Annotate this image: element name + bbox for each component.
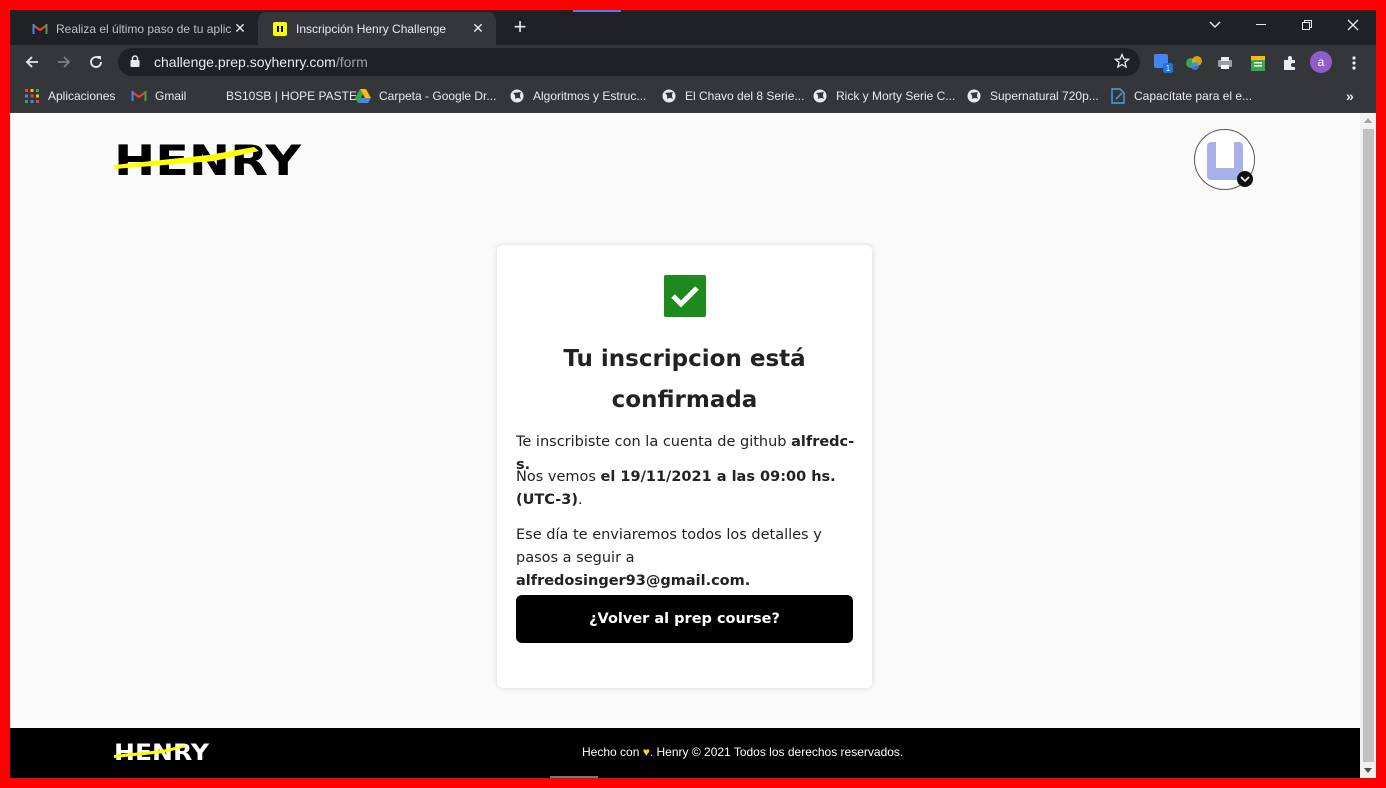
chevron-down-icon bbox=[1237, 171, 1253, 187]
back-to-prep-course-button[interactable]: ¿Volver al prep course? bbox=[516, 595, 853, 643]
tab-search-icon[interactable] bbox=[1192, 10, 1238, 40]
user-avatar-button[interactable] bbox=[1194, 129, 1255, 190]
bookmark-label: Supernatural 720p... bbox=[990, 89, 1099, 103]
scroll-down-arrow-icon[interactable] bbox=[1364, 768, 1372, 773]
bookmark-algoritmos[interactable]: Algoritmos y Estruc... bbox=[509, 87, 646, 105]
henry-logo[interactable]: HENRY bbox=[114, 136, 304, 185]
confirmation-title: Tu inscripcion está confirmada bbox=[563, 346, 806, 413]
bookmark-label: Carpeta - Google Dr... bbox=[379, 89, 497, 103]
new-tab-button[interactable]: + bbox=[508, 16, 532, 40]
bookmark-hope-paste[interactable]: BS10SB | HOPE PASTE bbox=[202, 87, 357, 105]
minimize-button[interactable] bbox=[1238, 10, 1284, 40]
tab-gmail[interactable]: Realiza el último paso de tu aplicación … bbox=[18, 12, 258, 45]
browser-window: Realiza el último paso de tu aplicación … bbox=[10, 10, 1376, 778]
bookmark-label: Rick y Morty Serie C... bbox=[836, 89, 956, 103]
extensions-puzzle-icon[interactable] bbox=[1280, 53, 1300, 73]
scroll-up-arrow-icon[interactable] bbox=[1364, 118, 1372, 123]
user-email: alfredosinger93@gmail.com. bbox=[516, 573, 751, 589]
bookmark-aplicaciones[interactable]: Aplicaciones bbox=[24, 87, 115, 105]
back-button[interactable] bbox=[19, 49, 45, 75]
browser-toolbar: challenge.prep.soyhenry.com/form 1 a bbox=[10, 45, 1376, 79]
tab-henry-challenge[interactable]: Inscripción Henry Challenge ✕ bbox=[258, 12, 496, 45]
bookmark-label: Gmail bbox=[155, 89, 187, 103]
close-tab-icon[interactable]: ✕ bbox=[470, 20, 486, 37]
page-icon bbox=[1110, 88, 1126, 104]
confirmation-card: Tu inscripcion está confirmada Te inscri… bbox=[497, 245, 872, 688]
forward-button[interactable] bbox=[51, 49, 77, 75]
blank-icon bbox=[202, 88, 218, 104]
bookmark-rick-y-morty[interactable]: Rick y Morty Serie C... bbox=[812, 87, 955, 105]
footer-henry-logo[interactable]: HENRY bbox=[114, 741, 210, 768]
globe-icon bbox=[812, 88, 828, 104]
globe-icon bbox=[509, 88, 525, 104]
lock-icon bbox=[130, 54, 144, 70]
reload-button[interactable] bbox=[83, 49, 109, 75]
henry-icon bbox=[272, 21, 288, 37]
bookmark-star-icon[interactable] bbox=[1113, 52, 1131, 72]
apps-grid-icon bbox=[24, 88, 40, 104]
tab-title: Inscripción Henry Challenge bbox=[296, 21, 447, 36]
gmail-icon bbox=[131, 88, 147, 104]
loading-indicator bbox=[573, 10, 621, 12]
page-footer: HENRY Hecho con ♥. Henry © 2021 Todos lo… bbox=[10, 728, 1360, 778]
close-window-button[interactable] bbox=[1330, 10, 1376, 40]
restore-button[interactable] bbox=[1284, 10, 1330, 40]
profile-avatar[interactable]: a bbox=[1310, 51, 1332, 73]
bookmark-capacitate[interactable]: Capacítate para el e... bbox=[1110, 87, 1252, 105]
bookmark-google-drive[interactable]: Carpeta - Google Dr... bbox=[355, 87, 496, 105]
tab-title: Realiza el último paso de tu aplicación bbox=[56, 21, 232, 36]
url-host: challenge.prep.soyhenry.com bbox=[154, 54, 336, 70]
extension-print-icon[interactable] bbox=[1215, 53, 1235, 73]
page-scrollbar[interactable] bbox=[1360, 113, 1376, 778]
scrollbar-thumb[interactable] bbox=[1363, 129, 1374, 762]
checkmark-icon bbox=[664, 275, 706, 317]
bookmarks-bar: Aplicaciones Gmail BS10SB | HOPE PASTE C… bbox=[10, 79, 1376, 113]
google-drive-icon bbox=[355, 88, 371, 104]
page-viewport: HENRY Tu inscripcion está confirmada Te … bbox=[10, 113, 1376, 778]
bookmark-gmail[interactable]: Gmail bbox=[131, 87, 186, 105]
globe-icon bbox=[661, 88, 677, 104]
svg-text:1: 1 bbox=[1166, 64, 1171, 73]
bookmarks-overflow-icon[interactable]: » bbox=[1346, 87, 1354, 105]
extension-translate-icon[interactable]: 1 bbox=[1153, 53, 1173, 73]
schedule-text: Nos vemos el 19/11/2021 a las 09:00 hs. … bbox=[516, 469, 836, 508]
gmail-icon bbox=[32, 21, 48, 37]
globe-icon bbox=[966, 88, 982, 104]
extension-colorful-icon[interactable] bbox=[1184, 53, 1204, 73]
tab-strip: Realiza el último paso de tu aplicación … bbox=[10, 10, 1376, 45]
bookmark-label: El Chavo del 8 Serie... bbox=[685, 89, 805, 103]
url-path: /form bbox=[335, 54, 368, 70]
bookmark-label: Algoritmos y Estruc... bbox=[533, 89, 647, 103]
bookmark-label: Aplicaciones bbox=[48, 89, 116, 103]
bookmark-label: BS10SB | HOPE PASTE bbox=[226, 89, 357, 103]
email-info-text: Ese día te enviaremos todos los detalles… bbox=[516, 527, 822, 589]
copyright-text: Hecho con ♥. Henry © 2021 Todos los dere… bbox=[582, 745, 904, 759]
heart-icon: ♥ bbox=[642, 745, 650, 759]
footer-indicator bbox=[550, 776, 598, 778]
close-tab-icon[interactable]: ✕ bbox=[232, 20, 248, 37]
menu-kebab-icon[interactable] bbox=[1344, 53, 1364, 73]
bookmark-label: Capacítate para el e... bbox=[1134, 89, 1253, 103]
bookmark-supernatural[interactable]: Supernatural 720p... bbox=[966, 87, 1099, 105]
bookmark-el-chavo[interactable]: El Chavo del 8 Serie... bbox=[661, 87, 804, 105]
address-bar[interactable]: challenge.prep.soyhenry.com/form bbox=[118, 48, 1140, 76]
extension-notes-icon[interactable] bbox=[1248, 53, 1268, 73]
